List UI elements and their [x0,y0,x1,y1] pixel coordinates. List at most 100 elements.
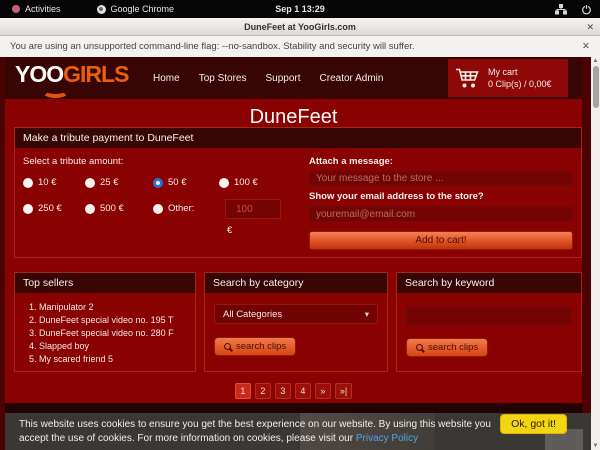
chevron-down-icon: ▾ [365,309,369,320]
clock[interactable]: Sep 1 13:29 [275,4,325,14]
email-label: Show your email address to the store? [309,191,573,202]
network-icon[interactable] [555,4,567,15]
chrome-warning-bar: You are using an unsupported command-lin… [0,36,600,57]
email-input[interactable] [309,206,573,222]
radio-button[interactable] [23,204,33,214]
search-icon [224,343,231,350]
amount-option-label: 50 € [168,177,187,188]
logo-girls: GIRLS [63,61,128,87]
cookie-message: This website uses cookies to ensure you … [19,418,501,445]
search-icon [416,344,423,351]
privacy-policy-link[interactable]: Privacy Policy [356,433,418,444]
seller-item[interactable]: My scared friend 5 [39,353,186,366]
amount-option[interactable]: 250 € [23,203,85,214]
category-select[interactable]: All Categories ▾ [214,304,378,324]
cookie-accept-button[interactable]: Ok, got it! [500,414,567,434]
seller-item[interactable]: Slapped boy [39,340,186,353]
site-logo[interactable]: YOOGIRLS [15,61,128,87]
other-amount-input[interactable] [225,199,281,219]
power-icon[interactable] [581,4,592,15]
page-button[interactable]: »| [335,383,352,399]
page-button[interactable]: 2 [255,383,271,399]
logo-smile-icon [42,85,69,98]
nav-item[interactable]: Support [266,73,301,84]
scrollbar[interactable]: ▲ ▼ [591,57,600,450]
amount-option-label: Other: [168,203,194,214]
search-clips-label: search clips [236,341,286,352]
radio-button[interactable] [85,178,95,188]
chrome-icon [97,5,106,14]
radio-button[interactable] [23,178,33,188]
currency-symbol: € [227,225,232,236]
page-button[interactable]: » [315,383,331,399]
tribute-panel-header: Make a tribute payment to DuneFeet [15,128,581,148]
main-nav: Home Top Stores Support Creator Admin [153,57,383,99]
add-to-cart-button[interactable]: Add to cart! [309,231,573,250]
app-menu-button[interactable]: Google Chrome [93,0,179,18]
nav-item[interactable]: Top Stores [199,73,247,84]
app-menu-label: Google Chrome [111,4,175,14]
category-selected-value: All Categories [223,309,282,320]
amount-option[interactable]: 25 € [85,177,153,188]
warning-text: You are using an unsupported command-lin… [10,41,415,52]
warning-close-button[interactable]: ✕ [582,41,590,52]
amount-label: Select a tribute amount: [23,156,295,167]
top-sellers-list: Manipulator 2DuneFeet special video no. … [39,301,186,366]
keyword-input[interactable] [406,307,572,325]
distro-icon [12,5,20,13]
amount-option-label: 10 € [38,177,57,188]
radio-button[interactable] [153,178,163,188]
scroll-up-arrow-icon[interactable]: ▲ [591,57,600,65]
activities-label: Activities [25,4,61,14]
seller-item[interactable]: DuneFeet special video no. 195 T [39,314,186,327]
scrollbar-thumb[interactable] [593,66,599,108]
tribute-amount-column: Select a tribute amount: 10 € 25 € [23,156,295,250]
cart-button[interactable]: My cart 0 Clip(s) / 0,00€ [448,59,568,97]
page-title: DuneFeet [5,106,582,129]
site-header: YOOGIRLS Home Top Stores Support Creator Ad… [5,57,582,99]
cart-summary: 0 Clip(s) / 0,00€ [488,79,552,89]
amount-option-label: 25 € [100,177,119,188]
amount-option[interactable]: 10 € [23,177,85,188]
page-button[interactable]: 1 [235,383,251,399]
nav-item[interactable]: Creator Admin [320,73,384,84]
search-category-panel: Search by category All Categories ▾ sear… [204,272,388,372]
tribute-panel: Make a tribute payment to DuneFeet Selec… [14,127,582,258]
message-input[interactable] [309,171,573,186]
page-button[interactable]: 3 [275,383,291,399]
site-page: YOOGIRLS Home Top Stores Support Creator Ad… [5,57,582,450]
amount-option[interactable]: 50 € [153,177,219,188]
amount-option[interactable]: 100 € [219,177,289,188]
amount-option-label: 500 € [100,203,124,214]
radio-button[interactable] [85,204,95,214]
radio-button[interactable] [219,178,229,188]
search-clips-label: search clips [428,342,478,353]
search-clips-category-button[interactable]: search clips [214,337,296,356]
cart-label: My cart [488,67,518,77]
page-button[interactable]: 4 [295,383,311,399]
amount-option[interactable]: 500 € [85,203,153,214]
radio-button[interactable] [153,204,163,214]
nav-item[interactable]: Home [153,73,180,84]
window-close-button[interactable]: ✕ [586,18,594,36]
amount-option[interactable]: Other: [153,203,219,214]
tribute-message-column: Attach a message: Show your email addres… [309,156,573,250]
seller-item[interactable]: Manipulator 2 [39,301,186,314]
top-sellers-header: Top sellers [15,273,195,293]
activities-button[interactable]: Activities [8,0,65,18]
seller-item[interactable]: DuneFeet special video no. 280 F [39,327,186,340]
search-keyword-header: Search by keyword [397,273,581,293]
gnome-topbar: Activities Google Chrome Sep 1 13:29 [0,0,600,18]
amount-option-label: 100 € [234,177,258,188]
message-label: Attach a message: [309,156,573,167]
cookie-consent-bar: This website uses cookies to ensure you … [5,413,591,450]
cart-icon [455,67,481,89]
window-titlebar[interactable]: DuneFeet at YooGirls.com ✕ [0,18,600,36]
search-clips-keyword-button[interactable]: search clips [406,338,488,357]
scroll-down-arrow-icon[interactable]: ▼ [591,442,600,450]
amount-option-label: 250 € [38,203,62,214]
window-title: DuneFeet at YooGirls.com [244,22,356,32]
search-category-header: Search by category [205,273,387,293]
top-sellers-panel: Top sellers Manipulator 2DuneFeet specia… [14,272,196,372]
browser-viewport: YOOGIRLS Home Top Stores Support Creator Ad… [0,57,600,450]
